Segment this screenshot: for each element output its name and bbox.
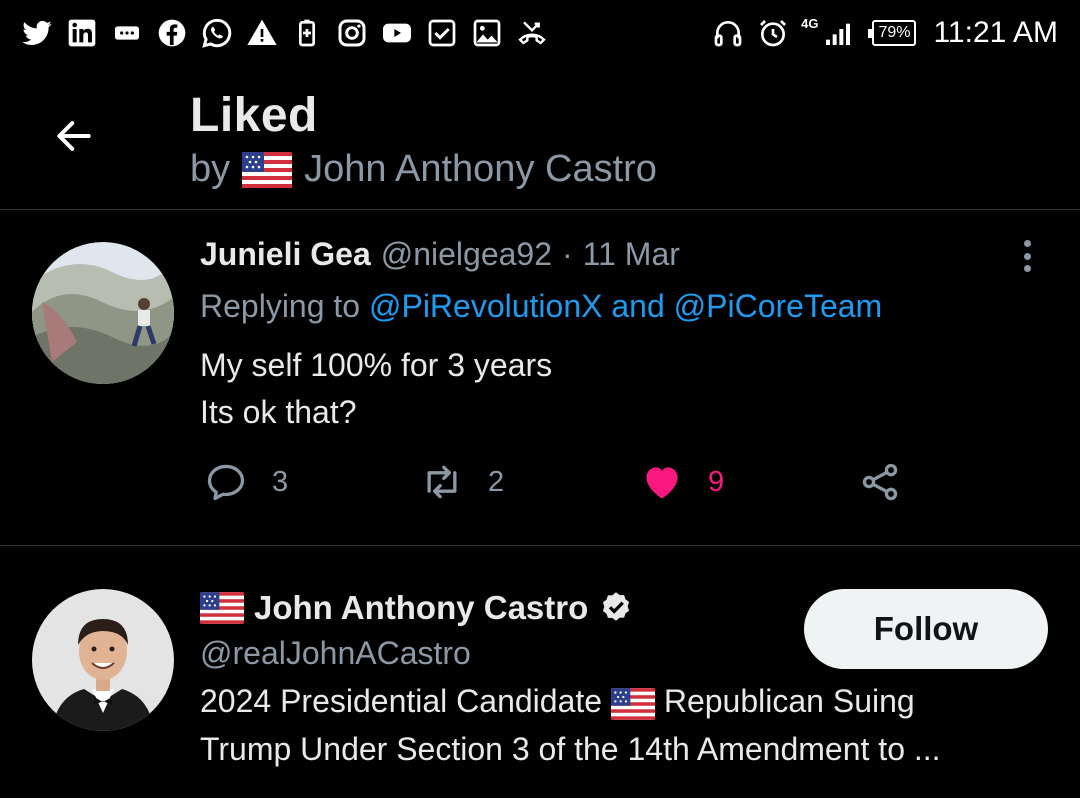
author-handle[interactable]: @nielgea92: [381, 236, 552, 273]
more-options-button[interactable]: [1012, 236, 1042, 276]
signal-icon: [821, 16, 855, 50]
instagram-icon: [335, 16, 369, 50]
missed-call-icon: [515, 16, 549, 50]
dot-icon: [1023, 265, 1031, 272]
heart-icon: [646, 467, 678, 499]
like-button[interactable]: 9: [640, 460, 724, 504]
us-flag-icon: [610, 687, 655, 720]
by-label: by: [190, 148, 231, 190]
avatar-image: [32, 589, 174, 731]
dot-icon: [1023, 240, 1031, 247]
linkedin-icon: [65, 16, 99, 50]
tweet[interactable]: Junieli Gea @nielgea92 · 11 Mar Replying…: [0, 210, 1080, 546]
avatar[interactable]: [32, 589, 174, 731]
whatsapp-icon: [200, 16, 234, 50]
headset-icon: [711, 16, 745, 50]
tweet-actions: 3 2 9: [200, 460, 920, 506]
page-header: Liked by John Anthony Castro: [0, 66, 1080, 210]
mention-link[interactable]: @PiCoreTeam: [674, 288, 883, 324]
tweet-header: Junieli Gea @nielgea92 · 11 Mar: [200, 236, 680, 273]
system-status: 4G 79% 11:21 AM: [711, 16, 1058, 50]
gallery-icon: [470, 16, 504, 50]
page-title: Liked: [190, 89, 318, 142]
network-type: 4G: [801, 15, 819, 31]
author-name[interactable]: Junieli Gea: [200, 236, 371, 273]
facebook-icon: [155, 16, 189, 50]
bio-text: 2024 Presidential Candidate: [200, 683, 603, 719]
bio-text: Republican Suing: [663, 683, 915, 719]
replying-to: Replying to @PiRevolutionX and @PiCoreTe…: [200, 288, 882, 325]
reply-count: 3: [272, 465, 289, 498]
bio-line: Trump Under Section 3 of the 14th Amendm…: [200, 731, 941, 767]
separator: ·: [562, 236, 573, 272]
page-subtitle: by John Anthony Castro: [190, 148, 657, 191]
avatar-image: [32, 242, 174, 384]
tweet-text-line: My self 100% for 3 years: [200, 347, 553, 383]
user-card[interactable]: John Anthony Castro @realJohnACastro Fol…: [0, 547, 1080, 798]
retweet-count: 2: [488, 465, 505, 498]
user-handle[interactable]: @realJohnACastro: [200, 635, 471, 672]
liked-by-name: John Anthony Castro: [304, 148, 657, 190]
twitter-icon: [20, 16, 54, 50]
battery-plus-icon: [290, 16, 324, 50]
alarm-icon: [756, 16, 790, 50]
tweet-date[interactable]: 11 Mar: [583, 236, 680, 273]
replying-label: Replying to: [200, 288, 361, 324]
like-count: 9: [708, 465, 725, 498]
battery-indicator: 79%: [868, 20, 917, 46]
warning-icon: [245, 16, 279, 50]
youtube-icon: [380, 16, 414, 50]
reply-icon: [207, 464, 245, 501]
tweet-text-line: Its ok that?: [200, 394, 357, 430]
user-bio: 2024 Presidential Candidate Republican S…: [200, 677, 1040, 773]
checkbox-icon: [425, 16, 459, 50]
and-label: and: [611, 288, 665, 324]
share-icon: [862, 463, 898, 501]
retweet-icon: [427, 465, 457, 499]
follow-button[interactable]: Follow: [804, 589, 1048, 669]
user-name[interactable]: John Anthony Castro: [200, 589, 634, 627]
bio-line: 2024 Presidential Candidate Republican S…: [200, 677, 1040, 725]
reply-button[interactable]: 3: [204, 460, 288, 504]
user-name-text: John Anthony Castro: [254, 589, 589, 626]
avatar[interactable]: [32, 242, 174, 384]
arrow-left-icon: [57, 121, 91, 151]
us-flag-icon: [200, 592, 244, 624]
mention-link[interactable]: @PiRevolutionX: [369, 288, 602, 324]
retweet-button[interactable]: 2: [420, 460, 504, 504]
verified-badge-icon: [603, 592, 630, 621]
us-flag-icon: [242, 151, 293, 188]
dot-icon: [1023, 252, 1031, 260]
sms-icon: [110, 16, 144, 50]
notification-icons: [20, 16, 549, 50]
status-bar: 4G 79% 11:21 AM: [0, 0, 1080, 66]
tweet-text: My self 100% for 3 years Its ok that?: [200, 342, 552, 436]
back-button[interactable]: [48, 110, 100, 162]
share-button[interactable]: [858, 460, 902, 504]
clock: 11:21 AM: [933, 16, 1058, 49]
